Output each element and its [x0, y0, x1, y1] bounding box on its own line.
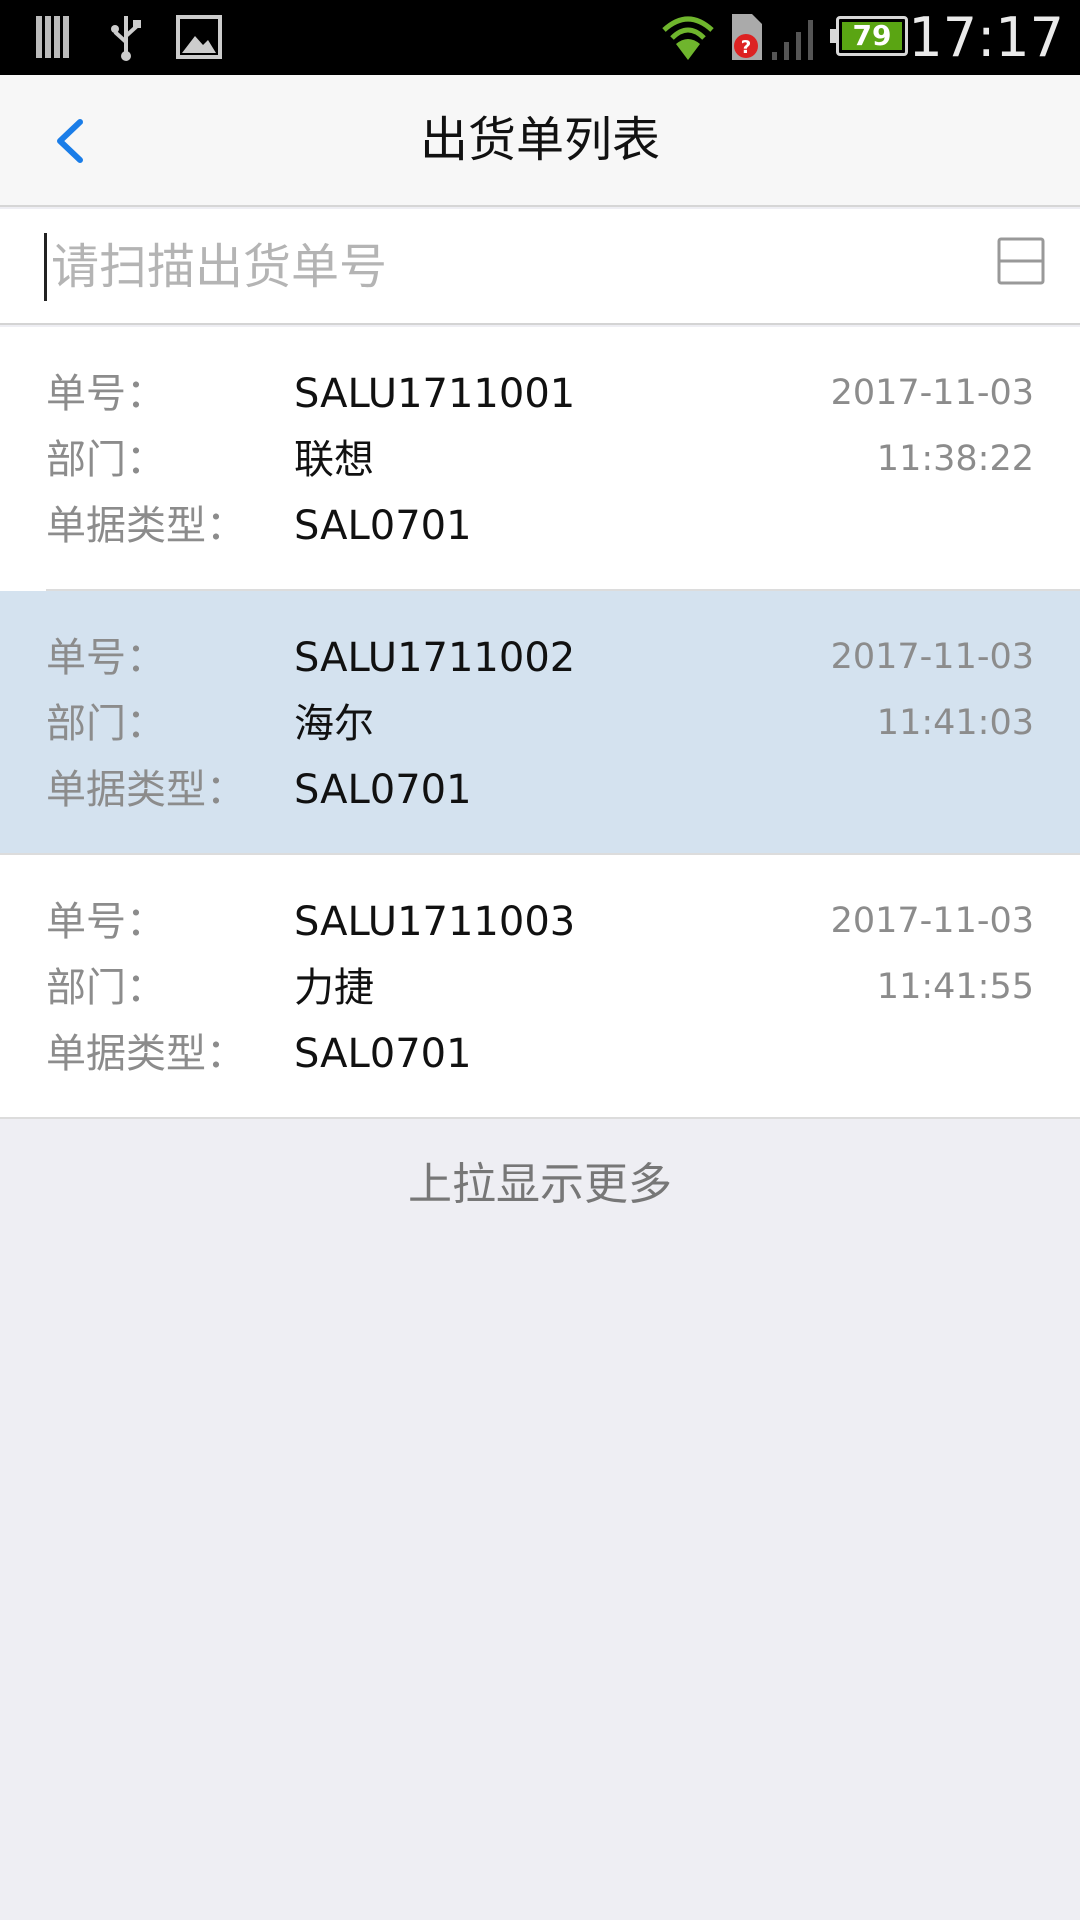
order-date: 2017-11-03: [830, 373, 1034, 413]
page-title: 出货单列表: [419, 112, 660, 168]
doc-type-label: 单据类型：: [46, 503, 246, 549]
status-bar: ? 79 17:17: [0, 0, 1080, 75]
order-date: 2017-11-03: [830, 637, 1034, 677]
department-value: 海尔: [294, 701, 374, 747]
order-no-value: SALU1711002: [294, 635, 576, 681]
doc-type-value: SAL0701: [294, 1031, 472, 1077]
department-value: 力捷: [294, 965, 374, 1011]
cell-signal-icon: [772, 20, 813, 60]
status-time: 17:17: [908, 6, 1064, 69]
scan-icon[interactable]: [996, 236, 1046, 286]
usb-icon: [111, 16, 141, 61]
order-no-value: SALU1711003: [294, 899, 576, 945]
signal-bars-icon: [36, 16, 69, 58]
order-time: 11:38:22: [876, 439, 1034, 479]
battery-level: 79: [852, 19, 892, 52]
order-item[interactable]: 单号： SALU1711001 部门： 联想 单据类型： SAL0701 2017-1…: [0, 327, 1080, 591]
order-no-value: SALU1711001: [294, 371, 576, 417]
wifi-icon: [662, 16, 714, 60]
doc-type-label: 单据类型：: [46, 1031, 246, 1077]
load-more-hint[interactable]: 上拉显示更多: [0, 1155, 1080, 1215]
chevron-left-icon: [57, 119, 83, 163]
order-time: 11:41:03: [876, 703, 1034, 743]
department-label: 部门：: [46, 965, 166, 1011]
search-bar: [0, 209, 1080, 325]
order-no-label: 单号：: [46, 635, 166, 681]
department-label: 部门：: [46, 437, 166, 483]
divider: [0, 1117, 1080, 1119]
department-label: 部门：: [46, 701, 166, 747]
svg-text:?: ?: [741, 37, 751, 58]
order-no-label: 单号：: [46, 899, 166, 945]
order-item[interactable]: 单号： SALU1711003 部门： 力捷 单据类型： SAL0701 2017-1…: [0, 855, 1080, 1119]
battery-icon: 79: [830, 16, 908, 56]
order-no-label: 单号：: [46, 371, 166, 417]
doc-type-value: SAL0701: [294, 767, 472, 813]
image-icon: [176, 15, 222, 59]
back-button[interactable]: [30, 95, 110, 187]
order-item[interactable]: 单号： SALU1711002 部门： 海尔 单据类型： SAL0701 2017-1…: [0, 591, 1080, 855]
doc-type-label: 单据类型：: [46, 767, 246, 813]
order-list: 单号： SALU1711001 部门： 联想 单据类型： SAL0701 2017-1…: [0, 327, 1080, 1119]
order-date: 2017-11-03: [830, 901, 1034, 941]
doc-type-value: SAL0701: [294, 503, 472, 549]
sim-error-icon: ?: [732, 14, 762, 60]
nav-bar: 出货单列表: [0, 75, 1080, 207]
department-value: 联想: [294, 437, 374, 483]
order-scan-input[interactable]: [44, 233, 953, 301]
order-time: 11:41:55: [876, 967, 1034, 1007]
